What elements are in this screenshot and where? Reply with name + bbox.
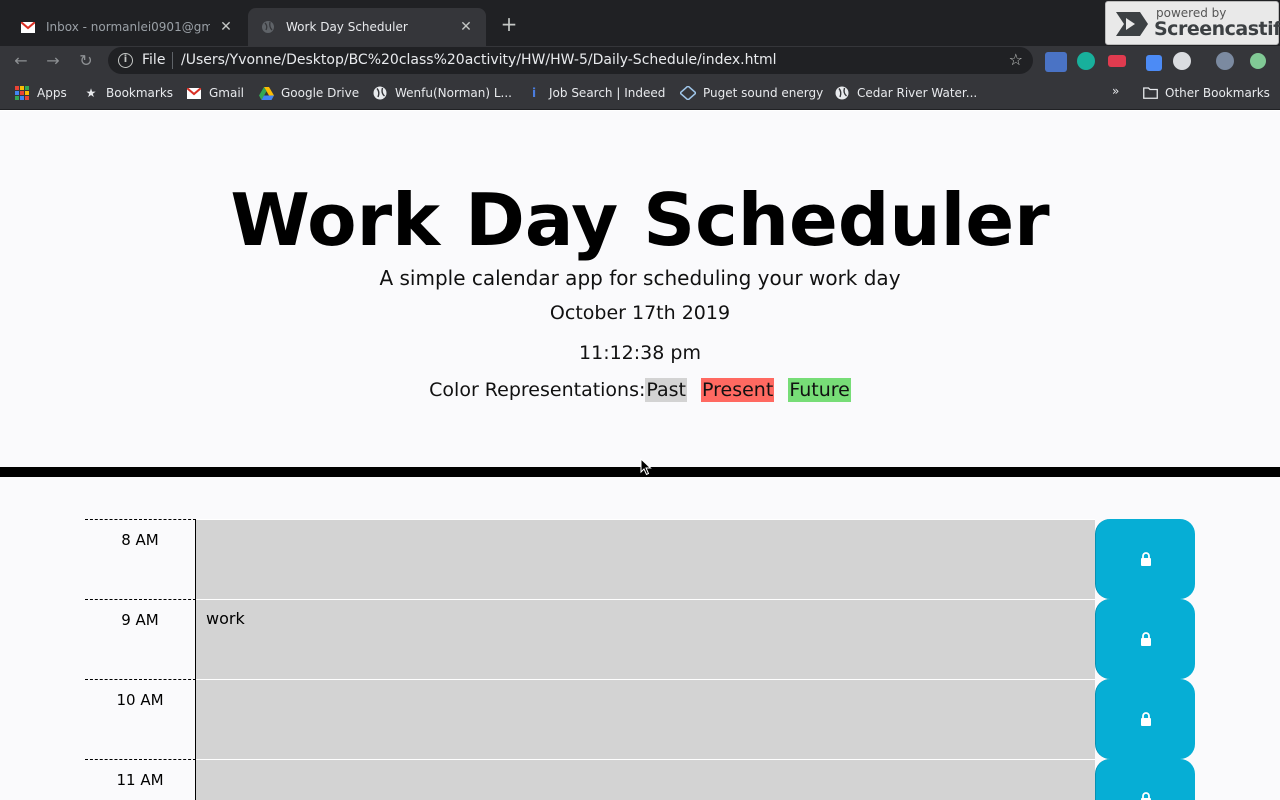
tab-title: Work Day Scheduler [286, 20, 408, 34]
bookmark-label: Puget sound energy [703, 86, 824, 100]
bookmark-label: Cedar River Water... [857, 86, 978, 100]
globe-icon [834, 85, 850, 101]
bookmark-other-bookmarks[interactable]: Other Bookmarks [1142, 84, 1270, 102]
profile-avatar[interactable] [1216, 52, 1234, 70]
lock-icon [1140, 712, 1151, 726]
legend-label: Color Representations: [429, 379, 646, 401]
lock-icon [1140, 792, 1151, 800]
bookmark-label: Google Drive [281, 86, 360, 100]
save-button[interactable] [1095, 599, 1195, 679]
extension-record-icon[interactable] [1108, 55, 1126, 67]
address-separator [172, 52, 173, 69]
extension-dots-icon[interactable] [1173, 52, 1191, 70]
globe-icon [372, 85, 388, 101]
hour-label: 9 AM [85, 599, 196, 679]
event-description-input[interactable]: work [196, 599, 1095, 679]
lock-icon [1140, 552, 1151, 566]
pse-icon [680, 85, 696, 101]
back-arrow-icon[interactable]: ← [10, 50, 32, 72]
new-tab-button[interactable]: + [497, 12, 521, 36]
bookmark-gmail[interactable]: Gmail [186, 84, 244, 102]
bookmark-label: Apps [37, 86, 67, 100]
address-url[interactable]: /Users/Yvonne/Desktop/BC%20class%20activ… [181, 52, 777, 68]
bookmark-label: Gmail [209, 86, 245, 100]
bookmark-star-icon[interactable]: ☆ [1009, 50, 1023, 69]
hour-label: 10 AM [85, 679, 196, 759]
address-scheme-label: File [142, 52, 166, 68]
hour-label: 8 AM [85, 519, 196, 599]
event-description-input[interactable] [196, 679, 1095, 759]
bookmark-label: Job Search | Indeed [549, 86, 666, 100]
tab-inbox[interactable]: Inbox - normanlei0901@gmail.c ✕ [8, 8, 246, 46]
mouse-cursor-icon [640, 458, 652, 476]
event-description-input[interactable] [196, 759, 1095, 800]
current-time: 11:12:38 pm [579, 342, 701, 364]
close-icon[interactable]: ✕ [218, 19, 234, 35]
hour-label: 11 AM [85, 759, 196, 800]
forward-arrow-icon[interactable]: → [42, 50, 64, 72]
tab-work-day-scheduler[interactable]: Work Day Scheduler ✕ [248, 8, 486, 46]
bookmark-bookmarks[interactable]: ★ Bookmarks [83, 84, 173, 102]
legend-past: Past [645, 378, 688, 402]
extension-grammarly-icon[interactable] [1077, 52, 1095, 70]
bookmark-label: Other Bookmarks [1165, 86, 1270, 100]
page-title: Work Day Scheduler [230, 178, 1050, 262]
screencastify-badge: powered by Screencastify [1105, 1, 1280, 45]
page-subtitle: A simple calendar app for scheduling you… [379, 266, 901, 290]
bookmarks-bar: Apps ★ Bookmarks Gmail Google Drive Wenf… [0, 76, 1280, 110]
save-button[interactable] [1095, 519, 1195, 599]
page-viewport: Work Day Scheduler A simple calendar app… [0, 111, 1280, 800]
color-legend: Color Representations:Past Present Future [0, 378, 1280, 402]
bookmark-google-drive[interactable]: Google Drive [258, 84, 359, 102]
address-bar[interactable]: i File /Users/Yvonne/Desktop/BC%20class%… [108, 47, 1033, 74]
event-description-input[interactable] [196, 519, 1095, 599]
close-icon[interactable]: ✕ [458, 19, 474, 35]
folder-icon [1142, 85, 1158, 101]
browser-tabstrip: Inbox - normanlei0901@gmail.c ✕ Work Day… [0, 0, 1280, 46]
tab-title: Inbox - normanlei0901@gmail.c [46, 20, 210, 34]
update-icon[interactable] [1250, 53, 1266, 69]
time-block-row: 10 AM [85, 679, 1195, 759]
apps-grid-icon [14, 85, 30, 101]
gmail-icon [186, 85, 202, 101]
bookmark-cedar-river-water[interactable]: Cedar River Water... [834, 84, 977, 102]
bookmark-label: Wenfu(Norman) L... [395, 86, 512, 100]
globe-icon [260, 19, 276, 35]
extension-pen-icon[interactable] [1146, 55, 1162, 71]
time-block-row: 8 AM [85, 519, 1195, 599]
save-button[interactable] [1095, 679, 1195, 759]
extension-calendar-icon[interactable] [1045, 52, 1067, 72]
badge-name: Screencastify [1154, 18, 1280, 40]
bookmark-wenfu[interactable]: Wenfu(Norman) L... [372, 84, 512, 102]
bookmark-apps[interactable]: Apps [14, 84, 67, 102]
info-icon[interactable]: i [118, 53, 133, 68]
bookmarks-overflow-chevron-icon[interactable]: » [1112, 84, 1119, 98]
current-date: October 17th 2019 [549, 302, 731, 324]
time-block-row: 11 AM [85, 759, 1195, 800]
bookmark-indeed[interactable]: i Job Search | Indeed [526, 84, 665, 102]
bookmark-label: Bookmarks [106, 86, 174, 100]
reload-icon[interactable]: ↻ [75, 50, 97, 72]
legend-present: Present [701, 378, 775, 402]
screencastify-logo-icon [1116, 12, 1148, 36]
gmail-icon [20, 19, 36, 35]
jumbotron-header: Work Day Scheduler A simple calendar app… [0, 111, 1280, 477]
legend-future: Future [788, 378, 851, 402]
lock-icon [1140, 632, 1151, 646]
star-icon: ★ [85, 86, 97, 100]
time-block-row: 9 AM work [85, 599, 1195, 679]
drive-icon [258, 85, 274, 101]
save-button[interactable] [1095, 759, 1195, 800]
indeed-icon: i [531, 86, 537, 100]
bookmark-puget-sound-energy[interactable]: Puget sound energy [680, 84, 823, 102]
